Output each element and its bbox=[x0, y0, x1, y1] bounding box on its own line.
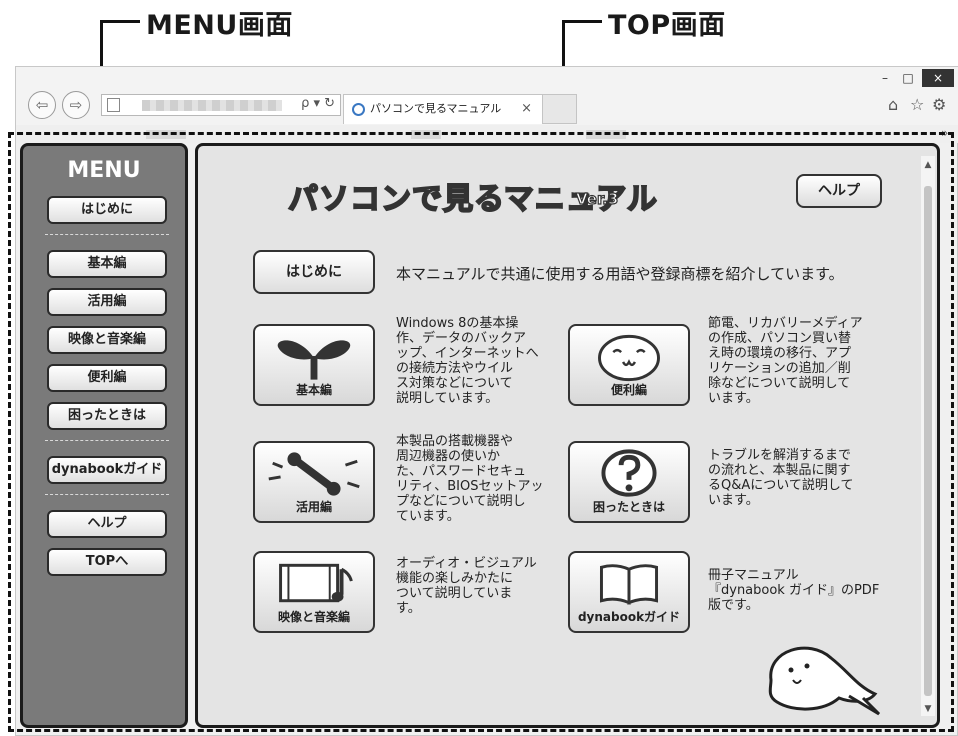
address-tools[interactable]: ρ ▾ ↻ bbox=[301, 96, 335, 111]
film-music-icon bbox=[279, 563, 353, 603]
menu-divider bbox=[45, 234, 169, 235]
menu-item-top[interactable]: TOPへ bbox=[47, 548, 167, 576]
help-button[interactable]: ヘルプ bbox=[796, 174, 882, 208]
menu-panel: MENU はじめに 基本編 活用編 映像と音楽編 便利編 困ったときは dyna… bbox=[20, 143, 188, 728]
settings-icon[interactable]: ⚙ bbox=[932, 95, 946, 114]
hajimeni-description: 本マニュアルで共通に使用する用語や登録商標を紹介しています。 bbox=[396, 265, 844, 283]
mascot-image bbox=[768, 646, 881, 716]
scroll-up-arrow[interactable]: ▲ bbox=[921, 160, 935, 170]
menu-item-hajimeni[interactable]: はじめに bbox=[47, 196, 167, 224]
menu-item-komatta[interactable]: 困ったときは bbox=[47, 402, 167, 430]
dynabook-guide-label: dynabookガイド bbox=[577, 610, 681, 624]
menu-callout-label: MENU画面 bbox=[146, 10, 293, 41]
scrollbar[interactable]: ▲ ▼ bbox=[921, 156, 935, 716]
scroll-thumb[interactable] bbox=[924, 186, 932, 696]
scroll-down-arrow[interactable]: ▼ bbox=[921, 704, 935, 714]
benri-description: 節電、リカバリーメディア の作成、パソコン買い替 え時の環境の移行、アプ リケー… bbox=[708, 316, 863, 406]
menu-item-dynabook-guide[interactable]: dynabookガイド bbox=[47, 456, 167, 484]
benri-label: 便利編 bbox=[610, 383, 647, 397]
top-callout-label: TOP画面 bbox=[608, 10, 726, 41]
tab-title: パソコンで見るマニュアル bbox=[370, 102, 502, 115]
menu-item-katsuyou[interactable]: 活用編 bbox=[47, 288, 167, 316]
book-icon bbox=[599, 564, 659, 605]
address-text bbox=[142, 100, 282, 111]
kihon-description: Windows 8の基本操 作、データのバックア ップ、インターネットへ の接続… bbox=[396, 316, 539, 406]
sprout-icon bbox=[277, 340, 351, 380]
home-icon[interactable]: ⌂ bbox=[888, 95, 898, 114]
eizou-ongaku-button[interactable]: 映像と音楽編 bbox=[253, 551, 375, 633]
benri-button[interactable]: 便利編 bbox=[568, 324, 690, 406]
kihon-label: 基本編 bbox=[295, 383, 332, 397]
menu-title: MENU bbox=[67, 158, 141, 183]
wrench-icon bbox=[268, 452, 360, 496]
menu-item-benri[interactable]: 便利編 bbox=[47, 364, 167, 392]
browser-tab[interactable]: パソコンで見るマニュアル × bbox=[343, 94, 543, 124]
page-icon bbox=[107, 98, 120, 112]
eizou-ongaku-description: オーディオ・ビジュアル 機能の楽しみかたに ついて説明していま す。 bbox=[396, 556, 537, 616]
komatta-label: 困ったときは bbox=[592, 500, 665, 514]
menu-divider bbox=[45, 494, 169, 495]
menu-item-kihon[interactable]: 基本編 bbox=[47, 250, 167, 278]
kihon-button[interactable]: 基本編 bbox=[253, 324, 375, 406]
menu-callout-line-h bbox=[100, 20, 140, 23]
top-callout-line-h bbox=[562, 20, 602, 23]
top-panel: パソコンで見るマニュアル Ver.3 ヘルプ はじめに 本マニュアルで共通に使用… bbox=[195, 143, 940, 728]
address-bar[interactable]: ρ ▾ ↻ bbox=[101, 94, 341, 116]
version-label: Ver.3 bbox=[575, 189, 619, 208]
dynabook-guide-description: 冊子マニュアル 『dynabook ガイド』のPDF 版です。 bbox=[708, 568, 880, 613]
katsuyou-button[interactable]: 活用編 bbox=[253, 441, 375, 523]
eizou-ongaku-label: 映像と音楽編 bbox=[277, 610, 350, 624]
ie-icon bbox=[352, 103, 365, 116]
katsuyou-label: 活用編 bbox=[295, 500, 332, 514]
menu-item-help[interactable]: ヘルプ bbox=[47, 510, 167, 538]
new-tab-button[interactable] bbox=[543, 94, 577, 124]
dynabook-guide-button[interactable]: dynabookガイド bbox=[568, 551, 690, 633]
back-button[interactable]: ⇦ bbox=[28, 91, 56, 119]
question-icon bbox=[601, 449, 657, 497]
katsuyou-description: 本製品の搭載機器や 周辺機器の使いか た、パスワードセキュ リティ、BIOSセッ… bbox=[396, 434, 544, 524]
maximize-button[interactable]: □ bbox=[894, 69, 922, 87]
menu-item-eizou-ongaku[interactable]: 映像と音楽編 bbox=[47, 326, 167, 354]
forward-button[interactable]: ⇨ bbox=[62, 91, 90, 119]
face-icon bbox=[598, 334, 660, 382]
komatta-button[interactable]: 困ったときは bbox=[568, 441, 690, 523]
close-window-button[interactable]: × bbox=[922, 69, 954, 87]
menu-divider bbox=[45, 440, 169, 441]
favorites-icon[interactable]: ☆ bbox=[910, 95, 924, 114]
komatta-description: トラブルを解消するまで の流れと、本製品に関す るQ&Aについて説明して います… bbox=[708, 448, 854, 508]
browser-toolbar: – □ × ⇦ ⇨ ρ ▾ ↻ パソコンで見るマニュアル × ⌂ ☆ ⚙ bbox=[16, 67, 958, 131]
hajimeni-button[interactable]: はじめに bbox=[253, 250, 375, 294]
tab-close-icon[interactable]: × bbox=[521, 95, 532, 123]
